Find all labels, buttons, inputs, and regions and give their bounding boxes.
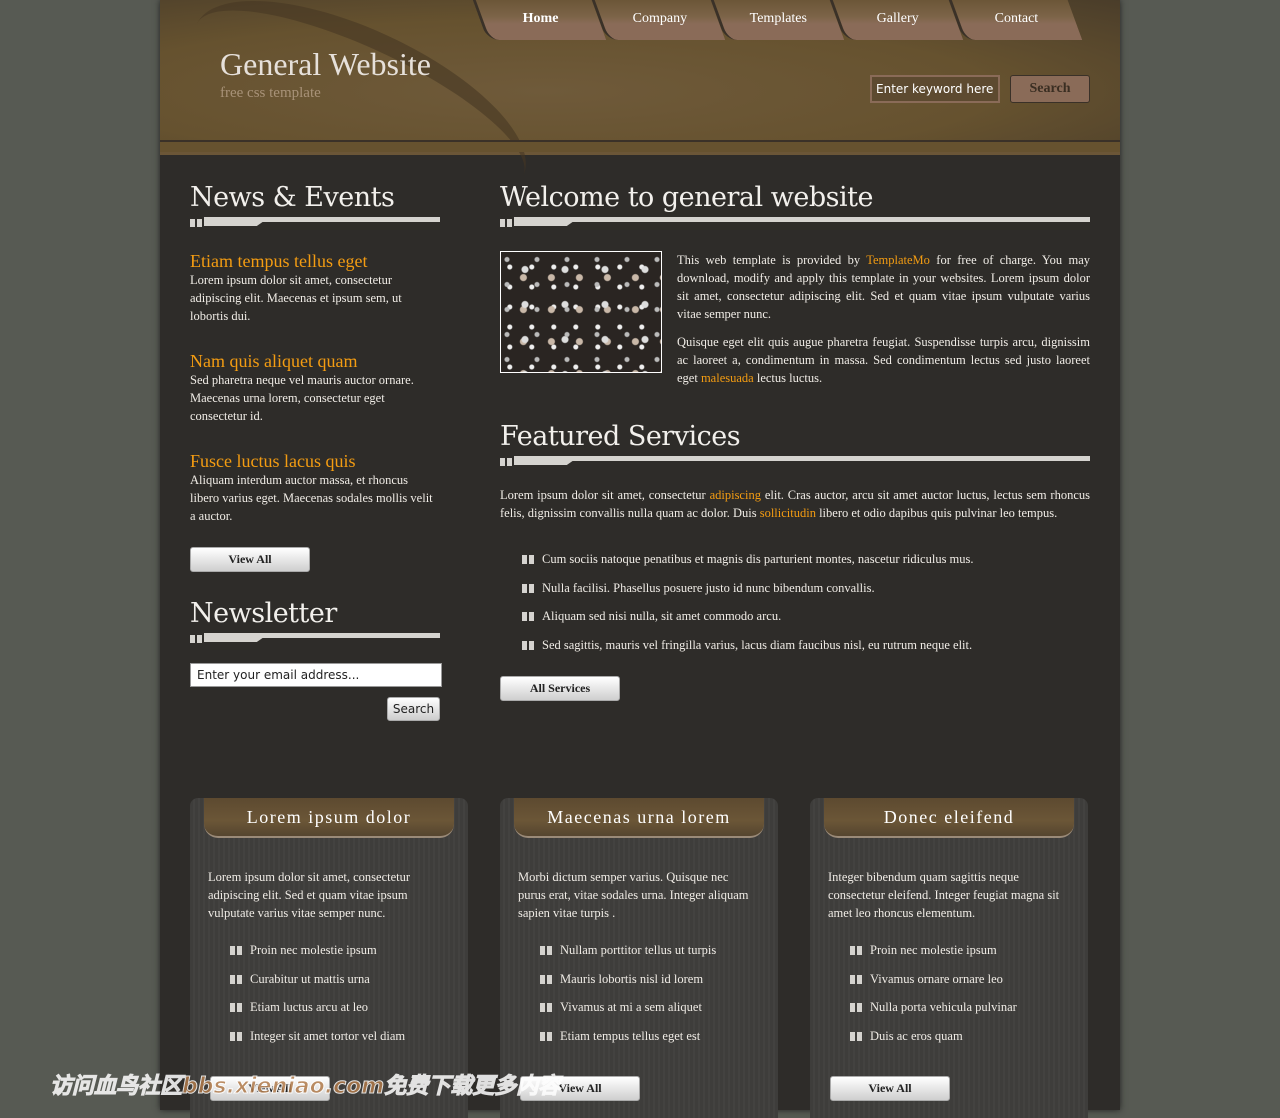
news-title: News & Events <box>190 182 395 213</box>
box-title: Lorem ipsum dolor <box>204 798 454 838</box>
news-item-title[interactable]: Etiam tempus tellus eget <box>190 251 440 271</box>
news-item-title[interactable]: Fusce luctus lacus quis <box>190 451 440 471</box>
list-item: Etiam tempus tellus eget est <box>540 1029 770 1058</box>
box-list: Nullam porttitor tellus ut turpis Mauris … <box>540 943 770 1057</box>
feature-box: Donec eleifend Integer bibendum quam sag… <box>810 798 1088 1118</box>
keyword-search-input[interactable] <box>870 75 1000 103</box>
menu-label: Gallery <box>876 11 919 26</box>
welcome-image <box>500 251 662 373</box>
list-item: Curabitur ut mattis urna <box>230 972 460 1001</box>
menu-contact[interactable]: Contact <box>948 0 1083 40</box>
box-title: Donec eleifend <box>824 798 1074 838</box>
menu-label: Contact <box>994 11 1039 26</box>
box-text: Integer bibendum quam sagittis neque con… <box>828 870 1060 920</box>
site-title: General Website <box>220 46 431 82</box>
services-list: Cum sociis natoque penatibus et magnis d… <box>522 552 1090 666</box>
news-view-all-button[interactable]: View All <box>190 547 310 572</box>
menu-gallery[interactable]: Gallery <box>829 0 964 40</box>
menu-templates[interactable]: Templates <box>710 0 845 40</box>
adipiscing-link[interactable]: adipiscing <box>710 488 761 502</box>
newsletter-search-button[interactable]: Search <box>387 697 440 721</box>
news-item-title[interactable]: Nam quis aliquet quam <box>190 351 440 371</box>
list-item: Nullam porttitor tellus ut turpis <box>540 943 770 972</box>
text: Lorem ipsum dolor sit amet, consectetur <box>500 488 710 502</box>
heading-rule <box>500 217 1090 227</box>
list-item: Nulla facilisi. Phasellus posuere justo … <box>522 581 1090 610</box>
box-list: Proin nec molestie ipsum Curabitur ut mat… <box>230 943 460 1057</box>
list-item: Aliquam sed nisi nulla, sit amet commodo… <box>522 609 1090 638</box>
heading-rule <box>190 633 440 643</box>
menu-label: Company <box>632 11 687 26</box>
menu-company[interactable]: Company <box>591 0 726 40</box>
header: Home Company Templates Gallery Contact G… <box>160 0 1120 240</box>
services-title: Featured Services <box>500 421 741 452</box>
welcome-paragraph: This web template is provided by Templat… <box>677 251 1090 323</box>
main-menu: Home Company Templates Gallery Contact <box>472 0 1083 40</box>
news-item-text: Aliquam interdum auctor massa, et rhoncu… <box>190 473 433 523</box>
list-item: Vivamus at mi a sem aliquet <box>540 1000 770 1029</box>
site-subtitle: free css template <box>220 85 321 101</box>
malesuada-link[interactable]: malesuada <box>701 371 754 385</box>
email-input[interactable] <box>190 663 442 687</box>
list-item: Proin nec molestie ipsum <box>230 943 460 972</box>
header-strip <box>160 140 1120 152</box>
page-container: Home Company Templates Gallery Contact G… <box>160 0 1120 1118</box>
menu-label: Home <box>522 11 559 26</box>
box-text: Lorem ipsum dolor sit amet, consectetur … <box>208 870 411 920</box>
header-search-button[interactable]: Search <box>1010 75 1090 103</box>
sollicitudin-link[interactable]: sollicitudin <box>760 506 816 520</box>
list-item: Nulla porta vehicula pulvinar <box>850 1000 1080 1029</box>
news-list: Etiam tempus tellus eget Lorem ipsum dol… <box>190 251 440 525</box>
watermark: 访问血鸟社区bbs.xieniao.com免费下载更多内容 <box>49 1074 561 1100</box>
services-intro: Lorem ipsum dolor sit amet, consectetur … <box>500 486 1090 522</box>
menu-home[interactable]: Home <box>472 0 607 40</box>
templatemo-link[interactable]: TemplateMo <box>866 253 930 267</box>
newsletter-title: Newsletter <box>190 598 337 629</box>
text: libero et odio dapibus quis pulvinar leo… <box>815 506 1058 520</box>
news-item-text: Sed pharetra neque vel mauris auctor orn… <box>190 373 414 423</box>
heading-rule <box>190 217 440 227</box>
welcome-title: Welcome to general website <box>500 182 873 213</box>
welcome-paragraph: Quisque eget elit quis augue pharetra fe… <box>677 333 1090 387</box>
text: lectus luctus. <box>753 371 823 385</box>
list-item: Duis ac eros quam <box>850 1029 1080 1058</box>
sidebar: News & Events Etiam tempus tellus eget L… <box>190 182 442 721</box>
list-item: Integer sit amet tortor vel diam <box>230 1029 460 1058</box>
box-text: Morbi dictum semper varius. Quisque nec … <box>518 870 749 920</box>
list-item: Vivamus ornare ornare leo <box>850 972 1080 1001</box>
text: This web template is provided by <box>677 253 867 267</box>
list-item: Mauris lobortis nisl id lorem <box>540 972 770 1001</box>
all-services-button[interactable]: All Services <box>500 676 620 702</box>
box-view-all-button[interactable]: View All <box>830 1076 950 1101</box>
box-list: Proin nec molestie ipsum Vivamus ornare o… <box>850 943 1080 1057</box>
list-item: Etiam luctus arcu at leo <box>230 1000 460 1029</box>
list-item: Proin nec molestie ipsum <box>850 943 1080 972</box>
heading-rule <box>500 456 1090 466</box>
list-item: Sed sagittis, mauris vel fringilla variu… <box>522 638 1090 667</box>
news-item-text: Lorem ipsum dolor sit amet, consectetur … <box>190 273 402 323</box>
box-title: Maecenas urna lorem <box>514 798 764 838</box>
main-content: Welcome to general website This web temp… <box>500 182 1090 702</box>
list-item: Cum sociis natoque penatibus et magnis d… <box>522 552 1090 581</box>
menu-label: Templates <box>749 11 808 26</box>
